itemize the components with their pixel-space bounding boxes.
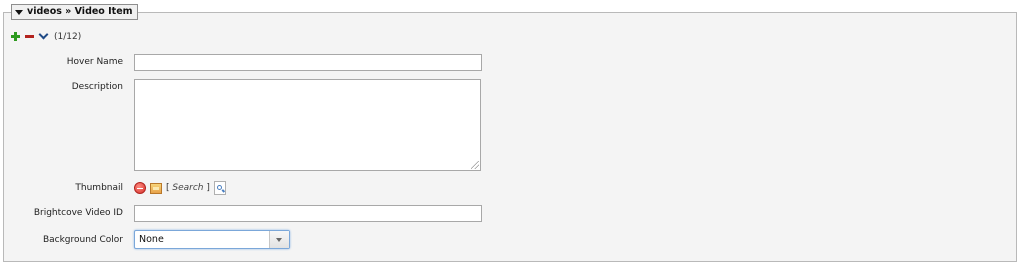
section-title: videos » Video Item: [27, 6, 133, 17]
background-color-select[interactable]: None: [134, 230, 290, 249]
hover-name-label: Hover Name: [66, 57, 123, 67]
description-label: Description: [71, 82, 123, 92]
search-bracket-close: ]: [206, 183, 210, 193]
chevron-down-icon[interactable]: [38, 31, 50, 43]
resize-grip-icon[interactable]: [471, 161, 479, 169]
delete-icon[interactable]: [134, 182, 146, 194]
collapse-caret-icon[interactable]: [15, 10, 23, 15]
section-legend[interactable]: videos » Video Item: [11, 4, 138, 20]
thumbnail-label: Thumbnail: [75, 183, 123, 193]
thumbnail-search-link[interactable]: [ Search ]: [166, 183, 210, 193]
background-color-value: None: [139, 234, 164, 245]
item-controls: (1/12): [10, 31, 81, 43]
image-icon[interactable]: [150, 182, 162, 194]
dropdown-arrow-icon[interactable]: [269, 231, 289, 248]
background-color-label: Background Color: [42, 235, 123, 245]
item-counter: (1/12): [54, 32, 82, 42]
magnifier-icon[interactable]: [213, 181, 226, 195]
brightcove-id-label: Brightcove Video ID: [33, 208, 123, 218]
thumbnail-controls: [ Search ]: [134, 180, 226, 196]
plus-icon[interactable]: [10, 31, 22, 43]
brightcove-id-input[interactable]: [134, 205, 482, 222]
minus-icon[interactable]: [24, 31, 36, 43]
search-link-text[interactable]: Search: [172, 183, 203, 193]
description-textarea[interactable]: [134, 79, 481, 171]
hover-name-input[interactable]: [134, 54, 482, 71]
search-bracket-open: [: [166, 183, 170, 193]
